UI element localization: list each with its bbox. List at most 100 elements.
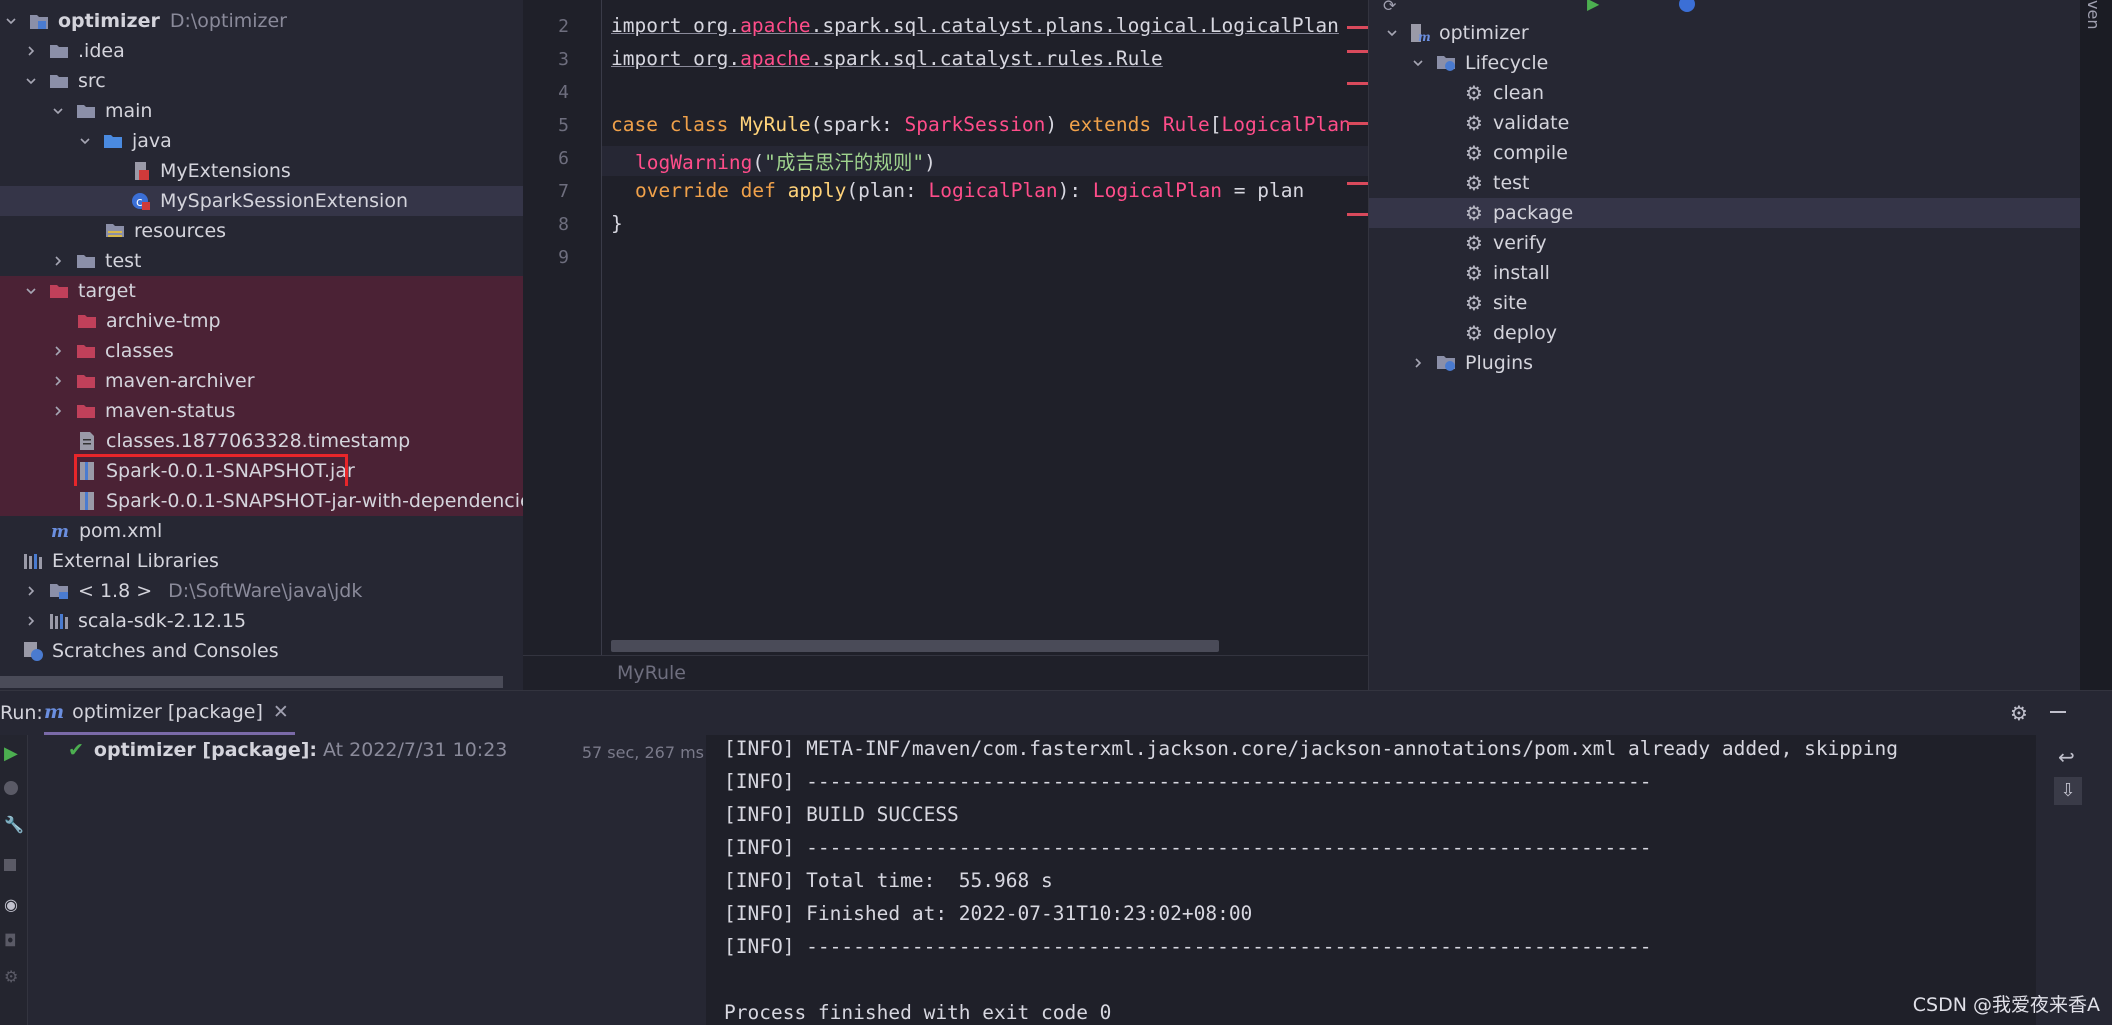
console-output[interactable]: [INFO] META-INF/maven/com.fasterxml.jack… [706,735,2036,1025]
maven-phase-install[interactable]: ⚙ install [1369,258,2080,288]
tree-item-src[interactable]: src [0,66,523,96]
camera-icon[interactable]: ◘ [4,931,24,951]
tree-item-label: classes.1877063328.timestamp [106,430,411,452]
console-line: Process finished with exit code 0 [724,1001,1112,1024]
tree-item-scratches[interactable]: Scratches and Consoles [0,636,523,666]
maven-lifecycle-label: Lifecycle [1465,52,1549,74]
refresh-icon[interactable]: ⟳ [1383,0,1396,15]
chevron-right-icon[interactable] [49,342,67,360]
horizontal-scrollbar[interactable] [0,676,503,688]
error-stripe-mark[interactable] [1347,82,1368,85]
help-icon[interactable] [1679,0,1695,12]
settings-icon[interactable]: ⚙ [4,967,24,987]
tree-item-maven-archiver[interactable]: maven-archiver [0,366,523,396]
eye-icon[interactable]: ◉ [4,895,24,915]
minimize-icon[interactable] [2050,711,2066,713]
error-stripe-mark[interactable] [1347,122,1368,125]
maven-phase-test[interactable]: ⚙ test [1369,168,2080,198]
tree-item-label: External Libraries [52,550,219,572]
tree-item-scala-sdk[interactable]: scala-sdk-2.12.15 [0,606,523,636]
maven-phase-site[interactable]: ⚙ site [1369,288,2080,318]
debug-icon[interactable] [4,781,18,795]
editor-horizontal-scrollbar[interactable] [611,640,1219,652]
tree-item-archive-tmp[interactable]: archive-tmp [0,306,523,336]
chevron-right-icon[interactable] [1409,354,1427,372]
gear-icon: ⚙ [1465,81,1483,105]
svg-text:m: m [1418,30,1430,43]
tree-item-jdk[interactable]: < 1.8 > D:\SoftWare\java\jdk [0,576,523,606]
breadcrumb-item[interactable]: MyRule [617,662,686,684]
chevron-down-icon[interactable] [22,72,40,90]
run-icon[interactable]: ▶ [1587,0,1599,13]
tree-item-label: target [78,280,136,302]
chevron-down-icon[interactable] [49,102,67,120]
lifecycle-folder-icon [1435,53,1457,73]
tree-item-idea[interactable]: .idea [0,36,523,66]
jdk-folder-icon [48,581,70,601]
soft-wrap-icon[interactable]: ↩ [2058,745,2075,769]
chevron-down-icon[interactable] [1383,24,1401,42]
tree-item-label: resources [134,220,227,242]
run-tab-label: optimizer [package] [72,700,263,723]
tree-item-main[interactable]: main [0,96,523,126]
gear-icon: ⚙ [1465,261,1483,285]
line-number: 6 [558,148,569,169]
chevron-right-icon[interactable] [49,252,67,270]
maven-phase-clean[interactable]: ⚙ clean [1369,78,2080,108]
chevron-right-icon[interactable] [49,372,67,390]
chevron-down-icon[interactable] [22,282,40,300]
tree-item-myextensions[interactable]: MyExtensions [0,156,523,186]
error-stripe-mark[interactable] [1347,182,1368,185]
maven-phase-validate[interactable]: ⚙ validate [1369,108,2080,138]
wrench-icon[interactable]: 🔧 [4,815,24,835]
tree-item-external-libraries[interactable]: External Libraries [0,546,523,576]
maven-side-tab[interactable]: ven [2084,0,2103,29]
maven-lifecycle[interactable]: Lifecycle [1369,48,2080,78]
tree-item-pom[interactable]: m pom.xml [0,516,523,546]
chevron-right-icon[interactable] [22,42,40,60]
tree-item-classes[interactable]: classes [0,336,523,366]
maven-root[interactable]: m optimizer [1369,18,2080,48]
tree-item-label: maven-status [105,400,236,422]
chevron-right-icon[interactable] [22,582,40,600]
scroll-to-end-icon[interactable]: ⇩ [2054,777,2082,805]
chevron-down-icon[interactable] [1409,54,1427,72]
code-line-7: override def apply(plan: LogicalPlan): L… [635,179,1305,202]
gear-icon: ⚙ [1465,111,1483,135]
maven-phase-label: validate [1493,112,1570,134]
tree-item-label: archive-tmp [106,310,221,332]
chevron-right-icon[interactable] [49,402,67,420]
close-icon[interactable]: ✕ [273,701,289,723]
maven-phase-verify[interactable]: ⚙ verify [1369,228,2080,258]
maven-phase-deploy[interactable]: ⚙ deploy [1369,318,2080,348]
tree-item-mysparksessionextension[interactable]: c MySparkSessionExtension [0,186,523,216]
chevron-down-icon[interactable] [2,12,20,30]
run-task-row[interactable]: ✔ optimizer [package]: At 2022/7/31 10:2… [68,739,507,761]
scala-object-icon [130,161,152,181]
tree-item-test[interactable]: test [0,246,523,276]
chevron-right-icon[interactable] [22,612,40,630]
tree-item-maven-status[interactable]: maven-status [0,396,523,426]
tree-item-target[interactable]: target [0,276,523,306]
stop-icon[interactable] [4,859,16,871]
maven-phase-compile[interactable]: ⚙ compile [1369,138,2080,168]
run-tab[interactable]: m optimizer [package] ✕ [44,691,295,735]
error-stripe-mark[interactable] [1347,50,1368,53]
code-editor[interactable]: 2 3 4 5 6 7 8 9 import org.apache.spark.… [523,0,1368,690]
chevron-down-icon[interactable] [76,132,94,150]
error-stripe-mark[interactable] [1347,213,1368,216]
line-number: 2 [558,16,569,37]
console-scrollbar[interactable] [2036,735,2052,1025]
tree-item-label: java [132,130,172,152]
rerun-icon[interactable]: ▶ [4,743,24,764]
run-tree: ✔ optimizer [package]: At 2022/7/31 10:2… [28,735,706,1025]
tree-item-resources[interactable]: resources [0,216,523,246]
error-stripe-mark[interactable] [1347,26,1368,29]
tree-item-root[interactable]: optimizer D:\optimizer [0,6,523,36]
maven-plugins[interactable]: Plugins [1369,348,2080,378]
tree-item-dependencies-jar[interactable]: Spark-0.0.1-SNAPSHOT-jar-with-dependenci… [0,486,523,516]
maven-phase-package[interactable]: ⚙ package [1369,198,2080,228]
tree-item-timestamp[interactable]: classes.1877063328.timestamp [0,426,523,456]
settings-gear-icon[interactable]: ⚙ [2010,701,2028,725]
tree-item-java[interactable]: java [0,126,523,156]
